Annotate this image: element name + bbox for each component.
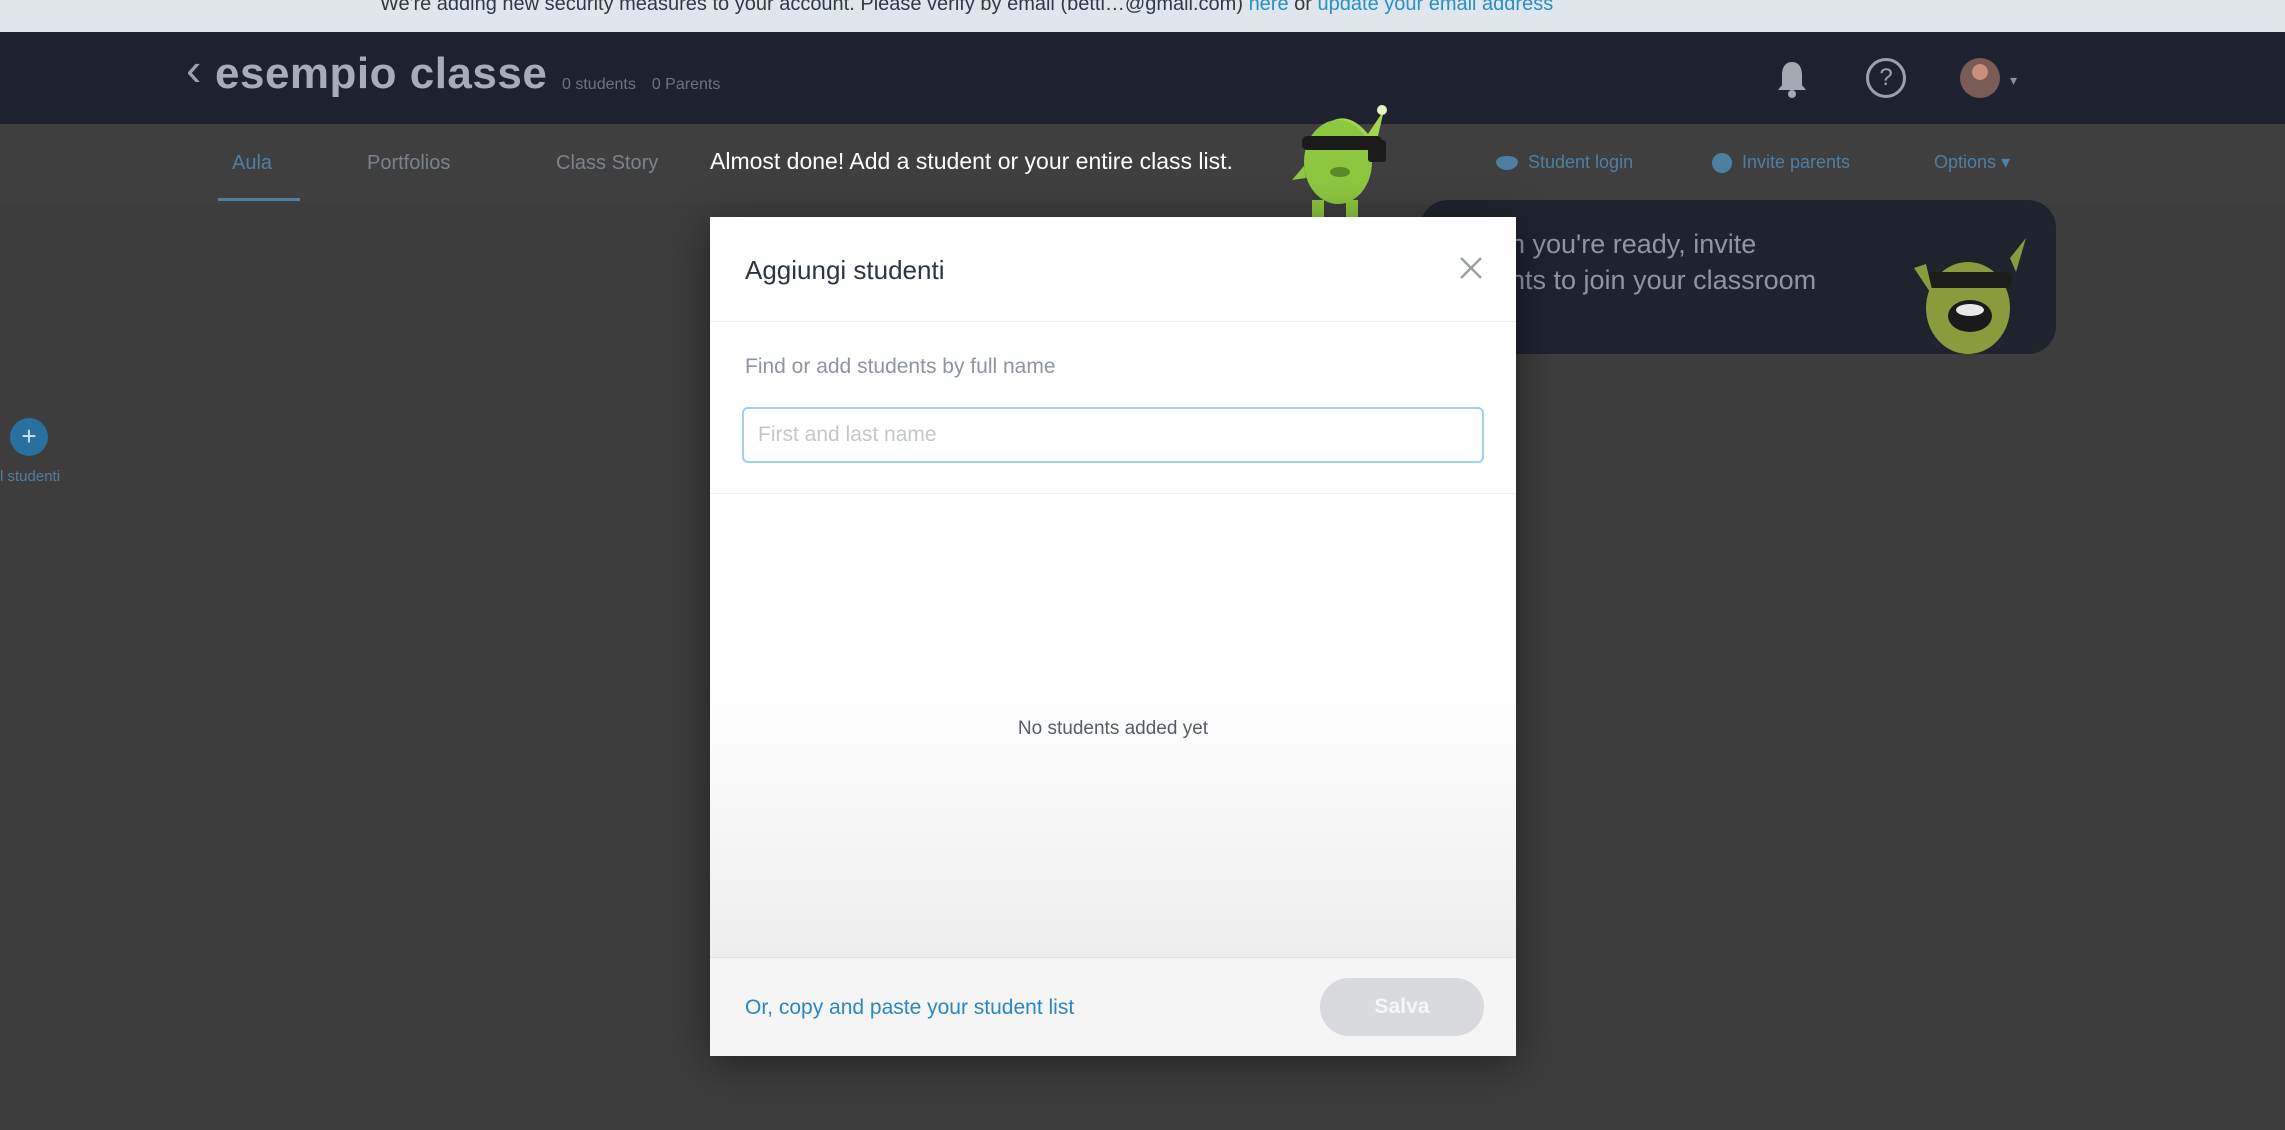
security-banner: We're adding new security measures to yo… (0, 0, 2285, 32)
monster-mascot-icon (1914, 238, 2026, 354)
chevron-left-icon[interactable]: ‹ (186, 46, 201, 92)
student-login-label: Student login (1528, 152, 1634, 172)
banner-here-link[interactable]: here (1249, 0, 1289, 15)
tab-class-story[interactable]: Class Story (556, 152, 658, 175)
invite-parents-link[interactable]: Invite parents (1712, 152, 1851, 174)
dialog-title: Aggiungi studenti (745, 255, 945, 285)
dialog-header: Aggiungi studenti (710, 217, 1516, 322)
students-list: No students added yet (710, 493, 1516, 958)
options-menu[interactable]: Options ▾ (1934, 152, 2010, 173)
find-students-label: Find or add students by full name (745, 355, 1056, 378)
bell-icon[interactable] (1776, 58, 1808, 98)
tab-portfolios[interactable]: Portfolios (367, 152, 450, 175)
invite-parents-label: Invite parents (1742, 152, 1851, 172)
banner-email: (betti…@gmail.com) (1060, 0, 1243, 15)
active-tab-indicator (218, 198, 300, 201)
empty-students-message: No students added yet (1017, 718, 1209, 739)
banner-text: We're adding new security measures to yo… (380, 0, 1055, 15)
save-button[interactable]: Salva (1320, 978, 1484, 1036)
plus-circle-icon (1712, 153, 1732, 174)
invite-tip-text: n you're ready, invite nts to join your … (1510, 226, 1910, 298)
onboarding-message: Almost done! Add a student or your entir… (710, 148, 1233, 174)
student-login-link[interactable]: Student login (1496, 152, 1633, 173)
banner-or: or (1294, 0, 1312, 15)
class-title[interactable]: esempio classe (215, 52, 547, 96)
add-students-label: l studenti (0, 468, 61, 485)
eye-icon (1496, 156, 1518, 171)
students-count: 0 students (562, 76, 636, 93)
add-students-dialog: Aggiungi studenti Find or add students b… (710, 217, 1516, 1056)
paste-student-list-link[interactable]: Or, copy and paste your student list (745, 996, 1074, 1020)
tab-aula[interactable]: Aula (232, 152, 272, 175)
banner-update-email-link[interactable]: update your email address (1318, 0, 1554, 15)
parents-count: 0 Parents (651, 76, 721, 93)
options-label: Options (1934, 152, 1997, 172)
class-counts: 0 students 0 Parents (562, 76, 720, 94)
add-students-button[interactable]: + (10, 418, 48, 456)
avatar[interactable] (1960, 58, 2000, 98)
help-icon[interactable]: ? (1866, 58, 1906, 98)
chevron-down-icon[interactable]: ▾ (2010, 72, 2017, 89)
invite-tip-line1: n you're ready, invite (1510, 229, 1757, 259)
close-icon[interactable] (1456, 253, 1486, 283)
student-name-input[interactable] (742, 407, 1484, 463)
monster-mascot-icon (1292, 105, 1387, 218)
chevron-down-icon: ▾ (2001, 152, 2011, 172)
dialog-footer: Or, copy and paste your student list Sal… (710, 957, 1516, 1056)
invite-tip-line2: nts to join your classroom (1510, 265, 1817, 295)
